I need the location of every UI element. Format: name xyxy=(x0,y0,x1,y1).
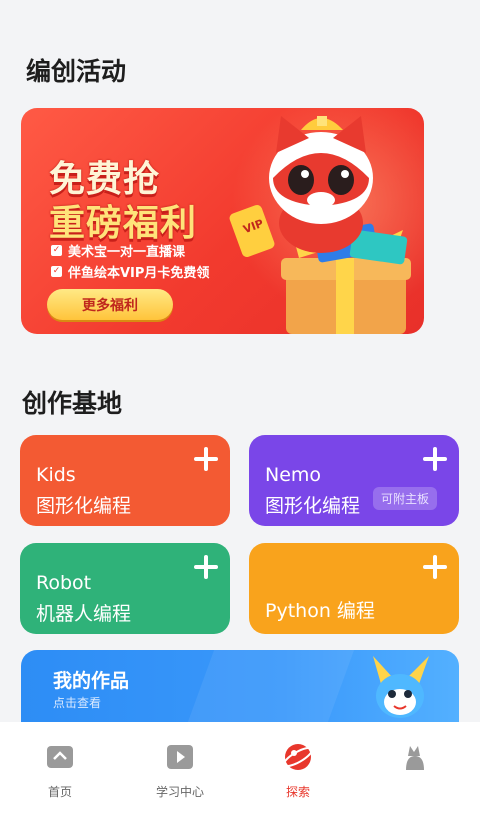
card-title: Python 编程 xyxy=(265,600,375,622)
tab-explore[interactable]: 探索 xyxy=(258,742,338,800)
banner-bullet-1: ✓ 美术宝一对一直播课 xyxy=(51,241,185,260)
plus-icon[interactable] xyxy=(423,555,447,579)
board-tag: 可附主板 xyxy=(373,487,438,510)
card-title: Robot xyxy=(36,572,92,594)
bunny-mascot-icon xyxy=(373,656,429,718)
tab-label: 首页 xyxy=(47,785,72,799)
bottom-tab-bar: 首页 学习中心 探索 xyxy=(0,722,480,822)
explore-planet-icon xyxy=(282,744,314,770)
section-title-activities: 编创活动 xyxy=(26,57,127,86)
nemo-coding-card[interactable]: Nemo 图形化编程 可附主板 xyxy=(249,435,459,526)
robot-coding-card[interactable]: Robot 机器人编程 xyxy=(20,543,230,634)
my-works-title: 我的作品 xyxy=(53,670,130,692)
home-icon xyxy=(47,746,73,768)
check-icon: ✓ xyxy=(51,245,62,256)
my-works-banner[interactable]: 我的作品 点击查看 xyxy=(21,650,459,722)
card-subtitle: 机器人编程 xyxy=(36,603,132,625)
tab-profile[interactable] xyxy=(375,742,455,783)
check-icon: ✓ xyxy=(51,266,62,277)
tab-home[interactable]: 首页 xyxy=(20,742,100,800)
kids-coding-card[interactable]: Kids 图形化编程 xyxy=(20,435,230,526)
banner-bullet-2-text: 伴鱼绘本VIP月卡免费领 xyxy=(68,266,210,281)
card-title: Nemo xyxy=(265,464,322,486)
more-benefits-button[interactable]: 更多福利 xyxy=(47,289,173,320)
python-coding-card[interactable]: Python 编程 xyxy=(249,543,459,634)
tab-label: 探索 xyxy=(285,785,310,799)
decorative-shape xyxy=(187,650,355,722)
card-title: Kids xyxy=(36,464,76,486)
card-subtitle: 图形化编程 xyxy=(265,495,361,517)
plus-icon[interactable] xyxy=(194,447,218,471)
plus-icon[interactable] xyxy=(423,447,447,471)
my-works-subtitle: 点击查看 xyxy=(53,696,102,710)
banner-bullet-2: ✓ 伴鱼绘本VIP月卡免费领 xyxy=(51,262,209,281)
banner-headline-2: 重磅福利 xyxy=(49,203,198,244)
play-icon xyxy=(167,745,193,769)
profile-icon xyxy=(406,746,424,770)
section-title-base: 创作基地 xyxy=(22,389,123,418)
card-subtitle: 图形化编程 xyxy=(36,495,132,517)
plus-icon[interactable] xyxy=(194,555,218,579)
promo-banner[interactable]: 免费抢 重磅福利 ✓ 美术宝一对一直播课 ✓ 伴鱼绘本VIP月卡免费领 更多福利 xyxy=(21,108,424,334)
tab-label: 学习中心 xyxy=(155,785,204,799)
banner-bullet-1-text: 美术宝一对一直播课 xyxy=(68,245,186,260)
tab-learning-center[interactable]: 学习中心 xyxy=(140,742,220,800)
